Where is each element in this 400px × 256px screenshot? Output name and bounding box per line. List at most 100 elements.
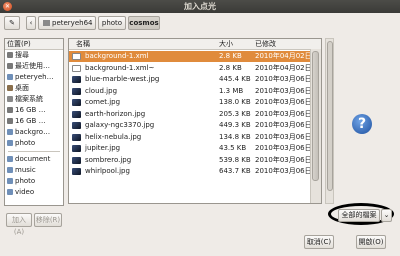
file-size: 539.8 KB [219, 155, 251, 164]
file-size: 445.4 KB [219, 75, 251, 83]
sidebar-item[interactable]: music [5, 165, 63, 176]
remove-label: 移除(R) [35, 216, 61, 224]
sidebar-item[interactable]: 桌面 [5, 83, 63, 94]
remove-bookmark-button[interactable]: 移除(R) [34, 213, 62, 227]
crumb-cosmos[interactable]: cosmos [128, 16, 160, 30]
place-icon [7, 178, 13, 184]
file-row[interactable]: galaxy-ngc3370.jpg 449.3 KB 2010年03月06日 [69, 120, 312, 131]
file-modified: 2010年03月06日 [255, 132, 312, 141]
chevron-left-icon: ‹ [29, 19, 33, 27]
sidebar-item[interactable]: 最近使用… [5, 61, 63, 72]
sidebar-item-label: 檔案系統 [15, 95, 43, 103]
file-modified: 2010年03月06日 [255, 121, 312, 129]
doc-icon [72, 64, 81, 72]
file-name: comet.jpg [85, 98, 121, 106]
file-list-header: 名稱 大小 已修改 [69, 39, 321, 50]
path-back-button[interactable]: ‹ [26, 16, 36, 30]
crumb-peteryeh64[interactable]: peteryeh64 [38, 16, 96, 30]
image-icon [72, 99, 81, 106]
preview-scrollbar[interactable] [325, 38, 334, 204]
column-size[interactable]: 大小 [219, 39, 233, 49]
bookmarks-list: document music photo video [5, 154, 63, 198]
file-name: helix-nebula.jpg [85, 132, 142, 141]
edit-path-button[interactable]: ✎ [4, 16, 20, 30]
sidebar-item[interactable]: backgro… [5, 127, 63, 138]
file-row[interactable]: helix-nebula.jpg 134.8 KB 2010年03月06日 [69, 132, 312, 143]
sidebar-item[interactable]: 搜尋 [5, 50, 63, 61]
file-filter-combo[interactable]: 全部的檔案 ⌄ [338, 209, 392, 222]
scrollbar-thumb[interactable] [312, 51, 319, 181]
file-size: 2.8 KB [219, 52, 242, 60]
window-title: 加入点光 [184, 2, 216, 11]
sidebar-item[interactable]: 16 GB … [5, 116, 63, 127]
sidebar-item[interactable]: 檔案系統 [5, 94, 63, 105]
crumb-label: peteryeh64 [52, 19, 93, 27]
sidebar-item[interactable]: photo [5, 138, 63, 149]
image-icon [72, 145, 81, 152]
file-name: whirlpool.jpg [85, 167, 130, 175]
file-row[interactable]: sombrero.jpg 539.8 KB 2010年03月06日 [69, 155, 312, 166]
scrollbar-thumb[interactable] [327, 41, 333, 191]
filter-value: 全部的檔案 [341, 211, 377, 219]
file-modified: 2010年03月06日 [255, 109, 312, 118]
column-name[interactable]: 名稱 [76, 39, 90, 49]
crumb-label: photo [101, 19, 123, 27]
file-size: 643.7 KB [219, 167, 251, 175]
place-icon [7, 189, 13, 195]
file-row[interactable]: comet.jpg 138.0 KB 2010年03月06日 [69, 97, 312, 108]
open-button[interactable]: 開啟(O) [356, 235, 386, 249]
file-name: galaxy-ngc3370.jpg [85, 121, 155, 129]
sidebar-item-label: 16 GB … [15, 106, 46, 114]
crumb-label: cosmos [129, 19, 159, 27]
sidebar-item[interactable]: video [5, 187, 63, 198]
column-modified[interactable]: 已修改 [255, 39, 276, 49]
file-list-scrollbar[interactable] [310, 49, 321, 203]
sidebar-item-label: 最近使用… [15, 62, 50, 70]
file-row[interactable]: whirlpool.jpg 643.7 KB 2010年03月06日 [69, 166, 312, 177]
image-icon [72, 110, 81, 118]
sidebar-item-label: peteryeh… [15, 73, 54, 81]
file-list: 名稱 大小 已修改 background-1.xml 2.8 KB 2010年04月… [68, 38, 322, 204]
sidebar-item[interactable]: document [5, 154, 63, 165]
add-bookmark-button[interactable]: 加入(A) [6, 213, 32, 236]
file-modified: 2010年03月06日 [255, 75, 312, 83]
place-icon [7, 74, 13, 80]
chevron-down-icon: ⌄ [383, 211, 390, 219]
file-row[interactable]: background-1.xml 2.8 KB 2010年04月02日 [69, 51, 312, 62]
file-modified: 2010年03月06日 [255, 98, 312, 106]
title-bar: ✕ 加入点光 [0, 0, 400, 13]
file-row[interactable]: background-1.xml~ 2.8 KB 2010年04月02日 [69, 63, 312, 74]
image-icon [72, 76, 81, 83]
sidebar-item[interactable]: 16 GB … [5, 105, 63, 116]
image-icon [72, 156, 81, 164]
sidebar-item[interactable]: peteryeh… [5, 72, 63, 83]
file-filter-select[interactable]: 全部的檔案 [338, 209, 380, 222]
sidebar-item[interactable]: photo [5, 176, 63, 187]
file-size: 138.0 KB [219, 98, 251, 106]
place-icon [7, 85, 13, 91]
file-name: background-1.xml [85, 52, 149, 60]
sidebar-item-label: backgro… [15, 128, 51, 136]
sidebar-item-label: 16 GB … [15, 117, 46, 125]
open-label: 開啟(O) [358, 238, 384, 246]
sidebar-item-label: photo [15, 177, 36, 185]
cancel-button[interactable]: 取消(C) [304, 235, 334, 249]
file-modified: 2010年03月06日 [255, 167, 312, 175]
file-row[interactable]: earth-horizon.jpg 205.3 KB 2010年03月06日 [69, 109, 312, 120]
file-size: 1.3 MB [219, 86, 244, 95]
filter-dropdown-button[interactable]: ⌄ [381, 209, 392, 222]
file-row[interactable]: jupiter.jpg 43.5 KB 2010年03月06日 [69, 143, 312, 154]
places-list: 搜尋 最近使用… peteryeh… 桌面 檔案系統 16 GB … 16 GB … back… [5, 50, 63, 149]
cancel-label: 取消(C) [306, 238, 332, 246]
file-size: 205.3 KB [219, 109, 251, 118]
crumb-photo[interactable]: photo [98, 16, 126, 30]
file-name: background-1.xml~ [85, 63, 155, 72]
file-row[interactable]: blue-marble-west.jpg 445.4 KB 2010年03月06日 [69, 74, 312, 85]
doc-icon [72, 53, 81, 60]
sidebar-item-label: document [15, 155, 51, 163]
places-divider [8, 151, 60, 152]
place-icon [7, 96, 13, 102]
file-name: jupiter.jpg [85, 144, 121, 152]
file-row[interactable]: cloud.jpg 1.3 MB 2010年03月06日 [69, 86, 312, 97]
file-name: cloud.jpg [85, 86, 118, 95]
